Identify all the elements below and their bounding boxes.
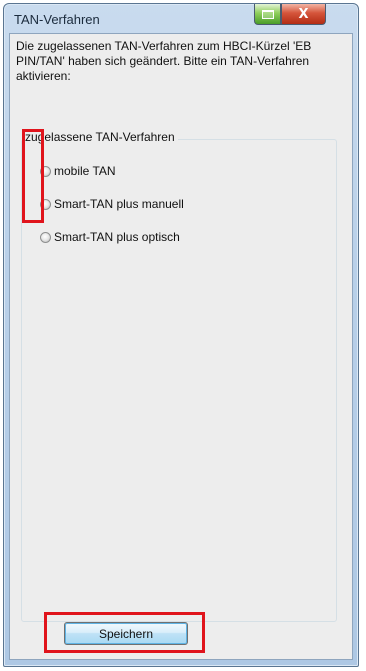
intro-text: Die zugelassenen TAN-Verfahren zum HBCI-… bbox=[16, 39, 312, 83]
radio-option-mobile-tan[interactable]: mobile TAN bbox=[40, 162, 116, 180]
highlight-box-save bbox=[44, 612, 205, 653]
dialog-window: TAN-Verfahren X Die zugelassenen TAN-Ver… bbox=[3, 3, 359, 667]
radio-label: Smart-TAN plus manuell bbox=[54, 197, 184, 211]
dialog-content: Die zugelassenen TAN-Verfahren zum HBCI-… bbox=[9, 33, 353, 660]
close-icon: X bbox=[298, 6, 309, 22]
groupbox-label: zugelassene TAN-Verfahren bbox=[22, 130, 178, 144]
radio-option-smart-tan-manuell[interactable]: Smart-TAN plus manuell bbox=[40, 195, 184, 213]
radio-label: mobile TAN bbox=[54, 164, 116, 178]
minimize-icon bbox=[261, 9, 274, 19]
radio-button[interactable] bbox=[40, 231, 51, 243]
window-title: TAN-Verfahren bbox=[14, 12, 100, 27]
radio-option-smart-tan-optisch[interactable]: Smart-TAN plus optisch bbox=[40, 228, 180, 246]
radio-label: Smart-TAN plus optisch bbox=[54, 230, 180, 244]
close-button[interactable]: X bbox=[281, 4, 326, 25]
minimize-button[interactable] bbox=[254, 4, 281, 25]
title-bar[interactable]: TAN-Verfahren X bbox=[4, 4, 358, 34]
highlight-box-radios bbox=[22, 129, 44, 223]
